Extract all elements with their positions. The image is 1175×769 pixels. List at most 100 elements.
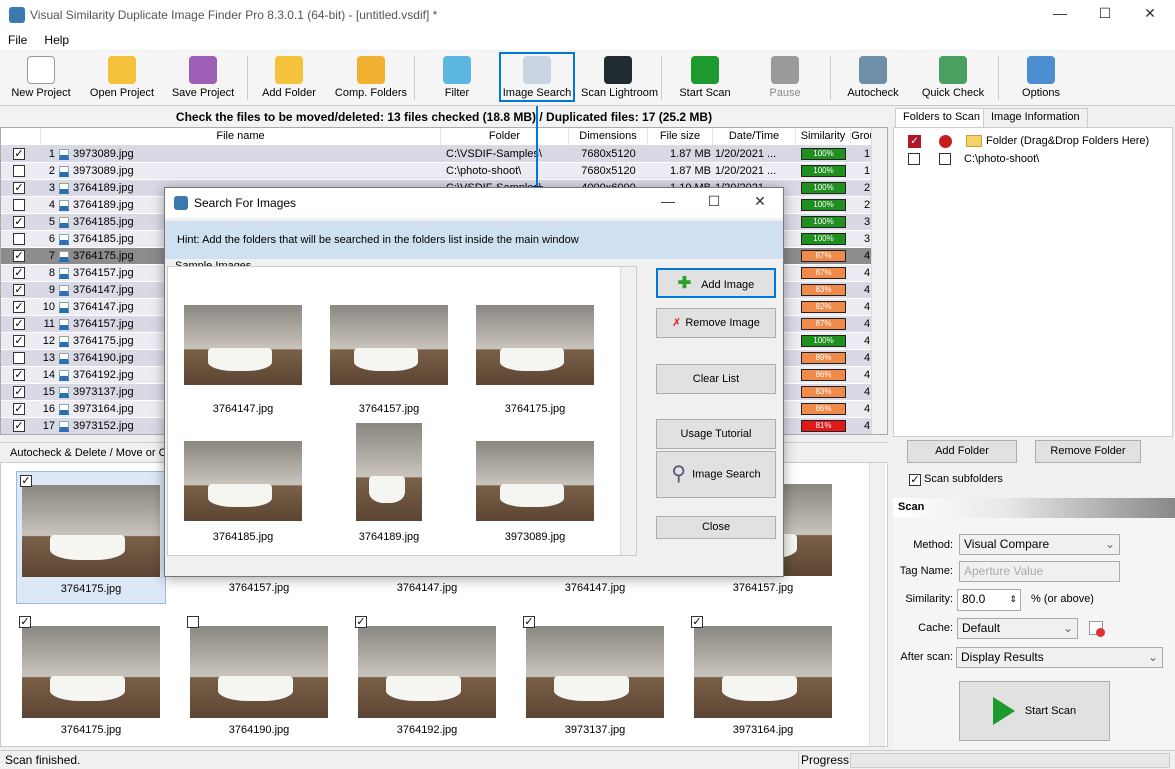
row-checkbox[interactable]: ✓ <box>13 182 25 195</box>
row-checkbox[interactable]: ✓ <box>13 335 25 348</box>
thumbnail-checkbox[interactable]: ✓ <box>523 616 535 628</box>
col-dimensions[interactable]: Dimensions <box>569 128 648 145</box>
scan-subfolders-checkbox[interactable]: ✓ <box>909 474 921 486</box>
toolbar-scan-lightroom-button[interactable]: Scan Lightroom <box>581 54 658 104</box>
row-checkbox[interactable]: ✓ <box>13 301 25 314</box>
thumbnail-item[interactable]: 3973164.jpg ✓ <box>688 613 838 746</box>
folder-path[interactable]: C:\photo-shoot\ <box>964 153 1039 165</box>
tab-folders-to-scan[interactable]: Folders to Scan <box>895 108 989 127</box>
toolbar-image-search-button[interactable]: Image Search <box>499 52 575 102</box>
usage-tutorial-button[interactable]: Usage Tutorial <box>656 419 776 449</box>
row-checkbox[interactable]: ✓ <box>13 386 25 399</box>
toolbar-comp-folders-button[interactable]: Comp. Folders <box>334 54 408 104</box>
clear-list-button[interactable]: Clear List <box>656 364 776 394</box>
row-checkbox[interactable] <box>13 199 25 212</box>
dialog-maximize-button[interactable]: ☐ <box>699 193 729 213</box>
start-scan-button[interactable]: Start Scan <box>959 681 1110 741</box>
folder-exclude-checkbox[interactable] <box>939 153 951 165</box>
sample-scrollbar[interactable] <box>620 267 636 555</box>
add-folder-icon <box>275 56 303 84</box>
image-search-label: Image Search <box>692 468 761 481</box>
row-checkbox-cell: ✓ <box>13 367 33 384</box>
sample-image-item[interactable]: 3764157.jpg <box>319 295 459 415</box>
tab-image-information[interactable]: Image Information <box>983 108 1088 127</box>
similarity-spinner[interactable]: 80.0 ⇕ <box>957 589 1021 611</box>
image-search-button[interactable]: ⚲ Image Search <box>656 451 776 498</box>
dialog-minimize-button[interactable]: — <box>653 193 683 213</box>
toolbar-pause-button[interactable]: Pause <box>748 54 822 104</box>
dialog-close-button[interactable]: ✕ <box>745 193 775 213</box>
col-file-size[interactable]: File size <box>648 128 713 145</box>
thumbnail-checkbox[interactable] <box>187 616 199 628</box>
row-checkbox[interactable]: ✓ <box>13 284 25 297</box>
row-checkbox[interactable]: ✓ <box>13 369 25 382</box>
row-checkbox[interactable]: ✓ <box>13 403 25 416</box>
row-checkbox[interactable]: ✓ <box>13 318 25 331</box>
thumbnail-item[interactable]: 3764175.jpg ✓ <box>16 613 166 746</box>
table-scrollbar[interactable] <box>871 128 887 434</box>
sample-image-item[interactable]: 3764189.jpg <box>319 423 459 543</box>
sample-image-item[interactable]: 3764175.jpg <box>465 295 605 415</box>
add-image-button[interactable]: ✚ Add Image <box>656 268 776 298</box>
col-date[interactable]: Date/Time <box>713 128 796 145</box>
row-checkbox[interactable]: ✓ <box>13 250 25 263</box>
thumbnail-image <box>190 626 328 718</box>
toolbar-start-scan-button[interactable]: Start Scan <box>668 54 742 104</box>
col-similarity[interactable]: Similarity <box>796 128 851 145</box>
thumbnail-scrollbar[interactable] <box>869 463 885 746</box>
row-checkbox[interactable] <box>13 233 25 246</box>
toolbar-autocheck-button[interactable]: Autocheck <box>836 54 910 104</box>
folder-include-checkbox[interactable] <box>908 153 920 165</box>
col-file-name[interactable]: File name <box>41 128 441 145</box>
row-number: 9 <box>48 284 55 296</box>
close-button[interactable]: ✕ <box>1135 5 1165 25</box>
close-dialog-button[interactable]: Close <box>656 516 776 539</box>
after-scan-select[interactable]: Display Results ⌄ <box>956 647 1163 668</box>
col-folder[interactable]: Folder <box>441 128 569 145</box>
menu-file[interactable]: File <box>8 33 27 47</box>
cache-select[interactable]: Default ⌄ <box>957 618 1078 639</box>
toolbar-save-project-button[interactable]: Save Project <box>166 54 240 104</box>
row-checkbox[interactable] <box>13 165 25 178</box>
toolbar-new-project-button[interactable]: New Project <box>4 54 78 104</box>
sample-image-item[interactable]: 3764185.jpg <box>173 431 313 543</box>
thumbnail-item[interactable]: 3764175.jpg ✓ <box>16 471 166 604</box>
compare-folders-icon <box>357 56 385 84</box>
maximize-button[interactable]: ☐ <box>1090 5 1120 25</box>
sample-image-item[interactable]: 3973089.jpg <box>465 431 605 543</box>
thumbnail-checkbox[interactable]: ✓ <box>355 616 367 628</box>
magnifier-icon <box>523 56 551 84</box>
toolbar-open-project-button[interactable]: Open Project <box>85 54 159 104</box>
thumbnail-checkbox[interactable]: ✓ <box>19 616 31 628</box>
thumbnail-item[interactable]: 3764190.jpg <box>184 613 334 746</box>
row-checkbox[interactable]: ✓ <box>13 216 25 229</box>
thumbnail-caption: 3973137.jpg <box>564 724 626 736</box>
row-checkbox[interactable]: ✓ <box>13 267 25 280</box>
checked-all-icon[interactable]: ✓ <box>908 135 921 148</box>
row-similarity: 81% <box>796 418 851 434</box>
method-select[interactable]: Visual Compare ⌄ <box>959 534 1120 555</box>
remove-folder-button[interactable]: Remove Folder <box>1035 440 1141 463</box>
thumbnail-checkbox[interactable]: ✓ <box>20 475 32 487</box>
add-folder-button[interactable]: Add Folder <box>907 440 1017 463</box>
clear-cache-icon[interactable] <box>1089 621 1105 637</box>
row-checkbox[interactable]: ✓ <box>13 420 25 433</box>
toolbar-add-folder-button[interactable]: Add Folder <box>252 54 326 104</box>
table-row[interactable]: ✓ 1 3973089.jpg C:\VSDIF-Samples\ 7680x5120 1… <box>1 146 871 163</box>
row-checkbox[interactable] <box>13 352 25 365</box>
thumbnail-caption: 3764147.jpg <box>564 582 626 594</box>
thumbnail-item[interactable]: 3764192.jpg ✓ <box>352 613 502 746</box>
toolbar-filter-button[interactable]: Filter <box>420 54 494 104</box>
sample-image-item[interactable]: 3764147.jpg <box>173 295 313 415</box>
table-row[interactable]: 2 3973089.jpg C:\photo-shoot\ 7680x5120 1.87… <box>1 163 871 180</box>
row-checkbox[interactable]: ✓ <box>13 148 25 161</box>
menu-help[interactable]: Help <box>44 33 69 47</box>
tag-name-select[interactable]: Aperture Value <box>959 561 1120 582</box>
toolbar-quick-check-button[interactable]: Quick Check <box>916 54 990 104</box>
thumbnail-checkbox[interactable]: ✓ <box>691 616 703 628</box>
remove-image-button[interactable]: ✗ Remove Image <box>656 308 776 338</box>
tab-autocheck[interactable]: Autocheck & Delete / Move or C <box>10 447 167 459</box>
thumbnail-item[interactable]: 3973137.jpg ✓ <box>520 613 670 746</box>
toolbar-options-button[interactable]: Options <box>1004 54 1078 104</box>
minimize-button[interactable]: — <box>1045 5 1075 25</box>
